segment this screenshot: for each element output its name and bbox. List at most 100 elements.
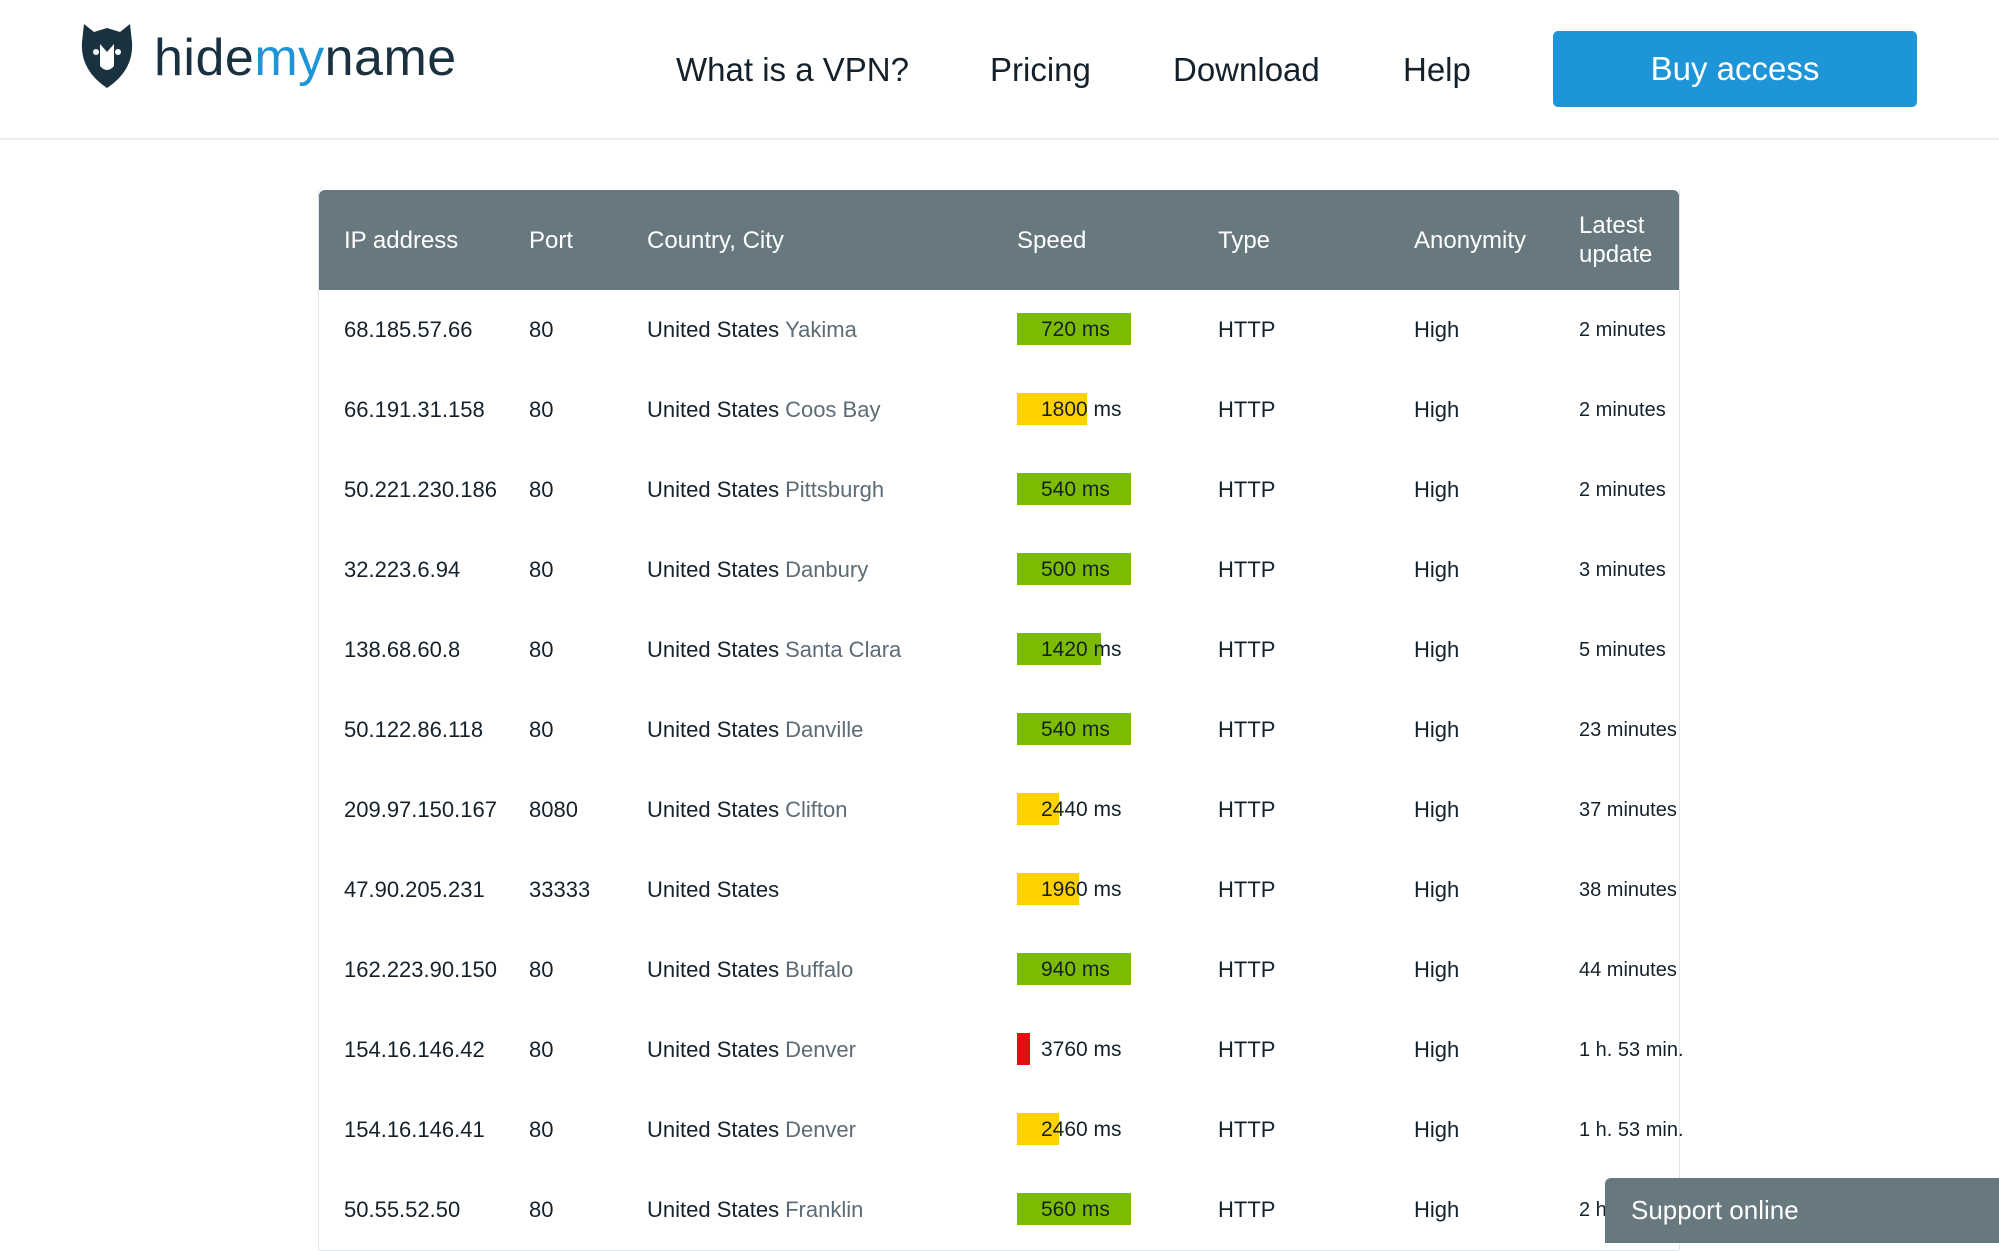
table-row[interactable]: 154.16.146.42 80 United States Denver 3760 m… <box>319 1010 1684 1091</box>
country-name: United States <box>647 717 780 742</box>
cell-anonymity: High <box>1414 637 1460 662</box>
cell-type: HTTP <box>1218 797 1276 822</box>
cell-ip[interactable]: 209.97.150.167 <box>344 770 497 850</box>
cell-country-city: United States Coos Bay <box>647 370 880 450</box>
cell-type: HTTP <box>1218 317 1276 342</box>
cell-ip[interactable]: 162.223.90.150 <box>344 930 497 1010</box>
country-name: United States <box>647 1117 780 1142</box>
cell-country-city: United States Denver <box>647 1090 856 1170</box>
cell-type: HTTP <box>1218 557 1276 582</box>
country-name: United States <box>647 797 780 822</box>
table-header: IP address Port Country, City Speed Type… <box>319 190 1679 290</box>
col-header-speed[interactable]: Speed <box>1017 190 1086 290</box>
cell-anonymity: High <box>1414 1197 1460 1222</box>
cell-country-city: United States Santa Clara <box>647 610 901 690</box>
speed-indicator-bar <box>1017 1033 1030 1065</box>
table-row[interactable]: 66.191.31.158 80 United States Coos Bay 1800… <box>319 370 1679 451</box>
cell-port: 80 <box>529 1037 554 1062</box>
cell-latest-update: 1 h. 53 min. <box>1579 1038 1684 1061</box>
country-name: United States <box>647 1037 780 1062</box>
table-row[interactable]: 154.16.146.41 80 United States Denver 2460 m… <box>319 1090 1684 1171</box>
table-row[interactable]: 50.221.230.186 80 United States Pittsburgh 5… <box>319 450 1679 531</box>
speed-value: 1960 ms <box>1041 878 1122 901</box>
table-row[interactable]: 50.122.86.118 80 United States Danville 540 … <box>319 690 1679 771</box>
cell-speed: 560 ms <box>1017 1170 1131 1250</box>
table-row[interactable]: 162.223.90.150 80 United States Buffalo 940 … <box>319 930 1679 1011</box>
speed-value: 2440 ms <box>1041 798 1122 821</box>
speed-value: 540 ms <box>1041 478 1110 501</box>
table-row[interactable]: 47.90.205.231 33333 United States 1960 ms HT… <box>319 850 1679 931</box>
speed-value: 1420 ms <box>1041 638 1122 661</box>
nav-what-is-vpn[interactable]: What is a VPN? <box>676 40 909 100</box>
city-name: Coos Bay <box>785 397 881 422</box>
cell-ip[interactable]: 47.90.205.231 <box>344 850 485 930</box>
nav-pricing[interactable]: Pricing <box>990 40 1091 100</box>
city-name: Denver <box>785 1117 856 1142</box>
cell-country-city: United States Clifton <box>647 770 847 850</box>
cell-anonymity: High <box>1414 1117 1460 1142</box>
cell-ip[interactable]: 154.16.146.41 <box>344 1090 485 1170</box>
country-name: United States <box>647 957 780 982</box>
nav-help[interactable]: Help <box>1403 40 1471 100</box>
table-row[interactable]: 50.55.52.50 80 United States Franklin 560 ms… <box>319 1170 1679 1251</box>
cell-ip[interactable]: 50.55.52.50 <box>344 1170 460 1250</box>
cell-port: 80 <box>529 557 554 582</box>
city-name: Danbury <box>785 557 869 582</box>
col-header-country[interactable]: Country, City <box>647 190 784 290</box>
country-name: United States <box>647 877 780 902</box>
cell-port: 80 <box>529 957 554 982</box>
cell-speed: 2460 ms <box>1017 1090 1122 1170</box>
city-name: Franklin <box>785 1197 864 1222</box>
col-header-ip[interactable]: IP address <box>344 190 458 290</box>
cell-port: 33333 <box>529 877 591 902</box>
proxy-table: IP address Port Country, City Speed Type… <box>318 190 1684 1251</box>
buy-access-button[interactable]: Buy access <box>1553 31 1917 107</box>
cell-ip[interactable]: 32.223.6.94 <box>344 530 460 610</box>
cell-type: HTTP <box>1218 1197 1276 1222</box>
cell-country-city: United States Pittsburgh <box>647 450 884 530</box>
cell-latest-update: 5 minutes <box>1579 638 1666 661</box>
col-header-port[interactable]: Port <box>529 190 573 290</box>
cell-latest-update: 44 minutes <box>1579 958 1677 981</box>
cell-anonymity: High <box>1414 877 1460 902</box>
cell-type: HTTP <box>1218 1117 1276 1142</box>
site-header: hidemyname What is a VPN? Pricing Downlo… <box>0 0 1999 140</box>
cell-ip[interactable]: 66.191.31.158 <box>344 370 485 450</box>
cell-speed: 1960 ms <box>1017 850 1122 930</box>
col-header-anonymity[interactable]: Anonymity <box>1414 190 1526 290</box>
cell-type: HTTP <box>1218 1037 1276 1062</box>
cell-ip[interactable]: 154.16.146.42 <box>344 1010 485 1090</box>
cell-anonymity: High <box>1414 557 1460 582</box>
cell-ip[interactable]: 50.122.86.118 <box>344 690 483 770</box>
cell-country-city: United States Danbury <box>647 530 868 610</box>
cell-ip[interactable]: 50.221.230.186 <box>344 450 497 530</box>
cell-country-city: United States Yakima <box>647 290 857 370</box>
city-name: Santa Clara <box>785 637 902 662</box>
table-row[interactable]: 138.68.60.8 80 United States Santa Clara 142… <box>319 610 1679 691</box>
speed-value: 560 ms <box>1041 1198 1110 1221</box>
table-row[interactable]: 209.97.150.167 8080 United States Clifton 24… <box>319 770 1679 851</box>
speed-value: 2460 ms <box>1041 1118 1122 1141</box>
cell-speed: 500 ms <box>1017 530 1131 610</box>
speed-value: 500 ms <box>1041 558 1110 581</box>
table-row[interactable]: 68.185.57.66 80 United States Yakima 720 ms H… <box>319 290 1679 371</box>
cell-latest-update: 2 minutes <box>1579 478 1666 501</box>
cell-latest-update: 37 minutes <box>1579 798 1677 821</box>
cell-anonymity: High <box>1414 797 1460 822</box>
cell-type: HTTP <box>1218 877 1276 902</box>
cell-port: 80 <box>529 637 554 662</box>
col-header-type[interactable]: Type <box>1218 190 1270 290</box>
cell-country-city: United States Buffalo <box>647 930 853 1010</box>
col-header-update-line1: Latest <box>1579 212 1645 239</box>
nav-download[interactable]: Download <box>1173 40 1320 100</box>
table-row[interactable]: 32.223.6.94 80 United States Danbury 500 ms H… <box>319 530 1679 611</box>
col-header-latest-update[interactable]: Latest update <box>1579 190 1652 290</box>
speed-value: 940 ms <box>1041 958 1110 981</box>
country-name: United States <box>647 1197 780 1222</box>
cell-ip[interactable]: 68.185.57.66 <box>344 290 472 370</box>
support-online-button[interactable]: Support online <box>1605 1178 1999 1243</box>
logo[interactable]: hidemyname <box>78 22 457 94</box>
cell-ip[interactable]: 138.68.60.8 <box>344 610 460 690</box>
speed-value: 540 ms <box>1041 718 1110 741</box>
cell-anonymity: High <box>1414 1037 1460 1062</box>
